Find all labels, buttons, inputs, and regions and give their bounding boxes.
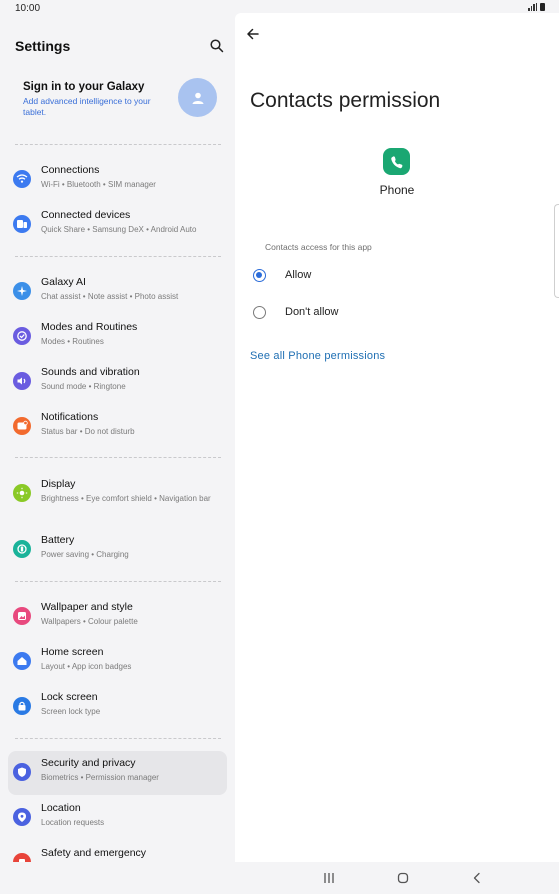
notification-icon bbox=[13, 417, 31, 435]
edge-panel-handle[interactable] bbox=[554, 204, 559, 298]
settings-item-summary: Power saving • Charging bbox=[41, 550, 129, 559]
settings-item-label: Modes and Routines bbox=[41, 321, 138, 333]
settings-item-safety-and-emergency[interactable]: Safety and emergency bbox=[8, 841, 227, 862]
chevron-left-icon bbox=[473, 872, 480, 884]
settings-item-galaxy-ai[interactable]: Galaxy AI Chat assist • Note assist • Pho… bbox=[8, 270, 227, 314]
devices-icon bbox=[13, 215, 31, 233]
settings-item-label: Notifications bbox=[41, 411, 99, 423]
settings-item-location[interactable]: Location Location requests bbox=[8, 796, 227, 840]
permission-panel: Contacts permission Phone Contacts acces… bbox=[235, 13, 559, 862]
dont-allow-label: Don't allow bbox=[285, 306, 339, 318]
page-title: Contacts permission bbox=[250, 89, 441, 112]
settings-item-battery[interactable]: Battery Power saving • Charging bbox=[8, 528, 227, 572]
divider bbox=[15, 581, 221, 582]
system-icons bbox=[528, 3, 545, 11]
settings-item-connected-devices[interactable]: Connected devices Quick Share • Samsung D… bbox=[8, 203, 227, 247]
app-name: Phone bbox=[379, 183, 415, 197]
sparkle-icon bbox=[13, 282, 31, 300]
person-icon bbox=[192, 92, 203, 104]
settings-item-label: Safety and emergency bbox=[41, 847, 147, 859]
search-icon bbox=[210, 39, 224, 53]
allow-label: Allow bbox=[285, 269, 312, 281]
back-nav-button[interactable] bbox=[469, 870, 485, 886]
settings-item-summary: Wallpapers • Colour palette bbox=[41, 617, 138, 626]
settings-item-sounds-and-vibration[interactable]: Sounds and vibration Sound mode • Rington… bbox=[8, 360, 227, 404]
emergency-icon bbox=[13, 853, 31, 862]
section-label: Contacts access for this app bbox=[265, 242, 372, 252]
settings-item-summary: Location requests bbox=[41, 818, 105, 827]
phone-handset-icon bbox=[390, 155, 402, 168]
settings-item-label: Galaxy AI bbox=[41, 276, 86, 288]
settings-item-security-and-privacy[interactable]: Security and privacy Biometrics • Permiss… bbox=[8, 751, 227, 795]
settings-item-summary: Layout • App icon badges bbox=[41, 662, 132, 671]
navigation-bar bbox=[235, 862, 559, 894]
settings-item-notifications[interactable]: Notifications Status bar • Do not disturb bbox=[8, 405, 227, 449]
settings-item-lock-screen[interactable]: Lock screen Screen lock type bbox=[8, 685, 227, 729]
divider bbox=[15, 256, 221, 257]
settings-item-modes-and-routines[interactable]: Modes and Routines Modes • Routines bbox=[8, 315, 227, 359]
account-title: Sign in to your Galaxy bbox=[23, 81, 145, 93]
settings-item-summary: Screen lock type bbox=[41, 707, 101, 716]
battery-status-icon bbox=[540, 3, 545, 11]
settings-item-label: Display bbox=[41, 478, 76, 490]
allow-option[interactable]: Allow bbox=[253, 264, 513, 288]
home-nav-icon bbox=[397, 872, 409, 884]
settings-item-label: Connected devices bbox=[41, 209, 131, 221]
settings-item-label: Security and privacy bbox=[41, 757, 136, 769]
settings-item-summary: Brightness • Eye comfort shield • Naviga… bbox=[41, 494, 211, 503]
account-card[interactable]: Sign in to your Galaxy Add advanced inte… bbox=[8, 68, 228, 128]
volume-icon bbox=[13, 372, 31, 390]
dont-allow-radio[interactable] bbox=[253, 306, 266, 319]
back-button[interactable] bbox=[244, 25, 262, 43]
check-circle-icon bbox=[13, 327, 31, 345]
search-button[interactable] bbox=[209, 38, 225, 54]
allow-radio[interactable] bbox=[253, 269, 266, 282]
settings-item-label: Battery bbox=[41, 534, 75, 546]
settings-item-label: Lock screen bbox=[41, 691, 98, 703]
settings-item-label: Location bbox=[41, 802, 81, 814]
signal-icon bbox=[528, 3, 537, 11]
home-icon bbox=[13, 652, 31, 670]
status-time: 10:00 bbox=[15, 3, 41, 14]
settings-item-display[interactable]: Display Brightness • Eye comfort shield •… bbox=[8, 472, 227, 526]
recents-button[interactable] bbox=[321, 870, 337, 886]
settings-header: Settings bbox=[15, 38, 225, 58]
settings-panel: Settings Sign in to your Galaxy Add adva… bbox=[0, 16, 234, 862]
battery-icon bbox=[13, 540, 31, 558]
shield-icon bbox=[13, 763, 31, 781]
account-subtitle: Add advanced intelligence to your tablet… bbox=[23, 96, 151, 117]
divider bbox=[15, 738, 221, 739]
settings-item-label: Home screen bbox=[41, 646, 104, 658]
settings-item-summary: Status bar • Do not disturb bbox=[41, 427, 135, 436]
divider bbox=[15, 144, 221, 145]
settings-item-label: Wallpaper and style bbox=[41, 601, 133, 613]
settings-item-summary: Biometrics • Permission manager bbox=[41, 773, 159, 782]
settings-item-summary: Chat assist • Note assist • Photo assist bbox=[41, 292, 179, 301]
settings-item-wallpaper-and-style[interactable]: Wallpaper and style Wallpapers • Colour p… bbox=[8, 595, 227, 639]
sun-icon bbox=[13, 484, 31, 502]
settings-item-summary: Sound mode • Ringtone bbox=[41, 382, 126, 391]
settings-title: Settings bbox=[15, 38, 71, 54]
location-icon bbox=[13, 808, 31, 826]
settings-item-label: Connections bbox=[41, 164, 100, 176]
wallpaper-icon bbox=[13, 607, 31, 625]
divider bbox=[15, 457, 221, 458]
settings-item-label: Sounds and vibration bbox=[41, 366, 140, 378]
settings-item-home-screen[interactable]: Home screen Layout • App icon badges bbox=[8, 640, 227, 684]
see-all-permissions-link[interactable]: See all Phone permissions bbox=[250, 350, 385, 362]
dont-allow-option[interactable]: Don't allow bbox=[253, 301, 513, 325]
settings-item-summary: Modes • Routines bbox=[41, 337, 104, 346]
settings-item-summary: Quick Share • Samsung DeX • Android Auto bbox=[41, 225, 197, 234]
back-arrow-icon bbox=[247, 28, 259, 40]
lock-icon bbox=[13, 697, 31, 715]
settings-item-connections[interactable]: Connections Wi-Fi • Bluetooth • SIM manag… bbox=[8, 158, 227, 202]
settings-item-summary: Wi-Fi • Bluetooth • SIM manager bbox=[41, 180, 156, 189]
avatar bbox=[178, 78, 217, 117]
recents-icon bbox=[324, 873, 334, 883]
phone-app-icon bbox=[383, 148, 410, 175]
home-button[interactable] bbox=[395, 870, 411, 886]
wifi-icon bbox=[13, 170, 31, 188]
